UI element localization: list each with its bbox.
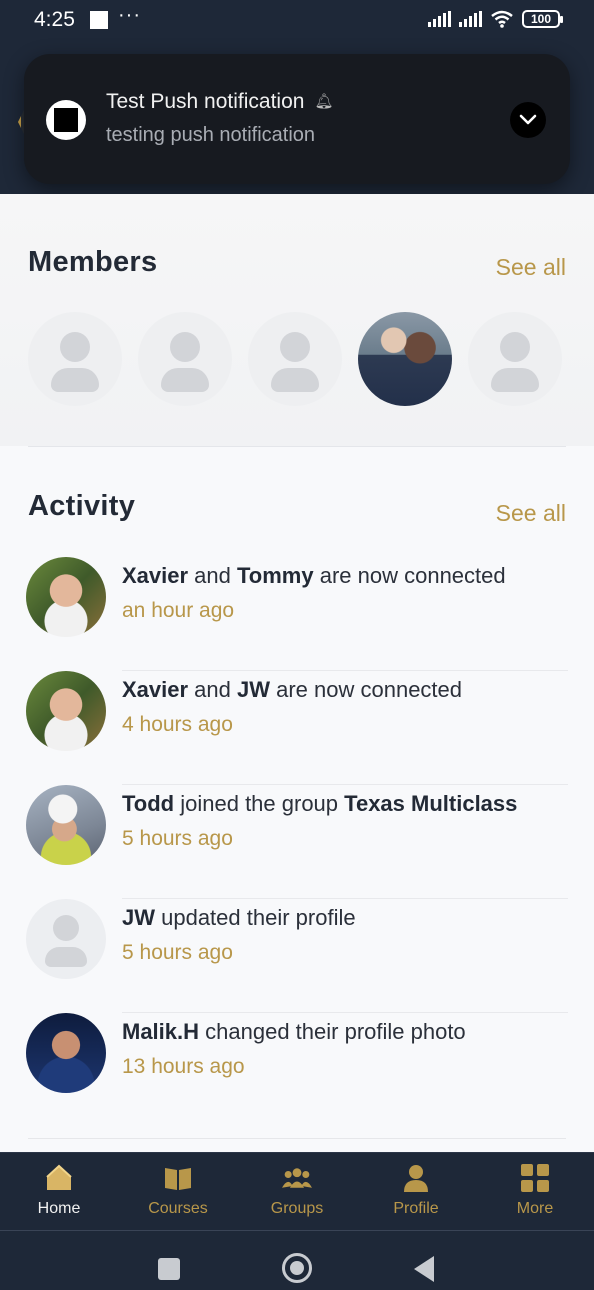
activity-see-all-link[interactable]: See all [496, 500, 566, 527]
status-indicators: 100 [428, 10, 563, 28]
back-button[interactable] [414, 1256, 434, 1282]
home-icon [46, 1164, 72, 1190]
notification-title: Test Push notification [106, 90, 305, 113]
tab-courses-label: Courses [148, 1200, 208, 1217]
activity-actor[interactable]: JW [122, 905, 155, 930]
activity-target[interactable]: Texas Multiclass [344, 791, 517, 816]
user-placeholder-icon [45, 915, 87, 967]
member-avatar[interactable] [468, 312, 562, 406]
activity-item[interactable]: Xavier and JW are now connected 4 hours … [26, 671, 568, 785]
tab-profile-label: Profile [393, 1200, 439, 1217]
notification-body: testing push notification [106, 124, 316, 146]
activity-verb: and [188, 677, 237, 702]
activity-target[interactable]: JW [237, 677, 270, 702]
activity-item[interactable]: Todd joined the group Texas Multiclass 5… [26, 785, 568, 899]
bottom-tab-bar: Home Courses Groups Profile More [0, 1152, 594, 1230]
tab-groups-label: Groups [270, 1200, 324, 1217]
activity-item[interactable]: JW updated their profile 5 hours ago [26, 899, 568, 1013]
activity-actor[interactable]: Xavier [122, 677, 188, 702]
members-title: Members [28, 246, 158, 278]
activity-avatar[interactable] [26, 785, 106, 865]
activity-actor[interactable]: Malik.H [122, 1019, 199, 1044]
activity-rest: are now connected [270, 677, 463, 702]
activity-text: Todd joined the group Texas Multiclass [122, 791, 517, 817]
signal-icon [459, 11, 482, 27]
activity-time: 13 hours ago [122, 1055, 245, 1078]
home-button[interactable] [282, 1253, 312, 1283]
signal-icon [428, 11, 451, 27]
activity-item[interactable]: Xavier and Tommy are now connected an ho… [26, 557, 568, 671]
system-navigation-bar [0, 1230, 594, 1290]
notification-title-row: Test Push notification 🔔︎ [106, 90, 334, 114]
activity-verb: changed their profile photo [199, 1019, 466, 1044]
user-placeholder-icon [161, 332, 209, 392]
activity-item[interactable]: Malik.H changed their profile photo 13 h… [26, 1013, 568, 1127]
grid-icon [521, 1164, 549, 1192]
user-placeholder-icon [51, 332, 99, 392]
activity-time: 5 hours ago [122, 941, 233, 964]
activity-text: Xavier and JW are now connected [122, 677, 462, 703]
members-section: Members See all [0, 194, 594, 446]
member-avatar[interactable] [28, 312, 122, 406]
profile-icon [404, 1165, 428, 1192]
activity-time: 4 hours ago [122, 713, 233, 736]
activity-avatar[interactable] [26, 899, 106, 979]
activity-time: 5 hours ago [122, 827, 233, 850]
recents-button[interactable] [158, 1258, 180, 1280]
groups-icon [282, 1168, 312, 1188]
tab-home[interactable]: Home [0, 1153, 118, 1231]
tab-groups[interactable]: Groups [238, 1153, 356, 1231]
tab-more-label: More [516, 1200, 554, 1217]
activity-verb: updated their profile [155, 905, 356, 930]
member-avatar[interactable] [248, 312, 342, 406]
battery-icon: 100 [522, 10, 563, 28]
activity-actor[interactable]: Todd [122, 791, 174, 816]
status-bar: 4:25 ··· 100 [0, 0, 594, 40]
tab-profile[interactable]: Profile [357, 1153, 475, 1231]
user-placeholder-icon [271, 332, 319, 392]
notification-alert-icon: 🔔︎ [314, 93, 334, 110]
user-placeholder-icon [491, 332, 539, 392]
member-avatar-photo[interactable] [358, 312, 452, 406]
activity-time: an hour ago [122, 599, 235, 622]
activity-avatar[interactable] [26, 557, 106, 637]
member-avatar[interactable] [138, 312, 232, 406]
activity-text: JW updated their profile [122, 905, 356, 931]
activity-avatar[interactable] [26, 1013, 106, 1093]
activity-title: Activity [28, 490, 136, 522]
book-icon [165, 1168, 191, 1190]
activity-verb: joined the group [174, 791, 345, 816]
members-see-all-link[interactable]: See all [496, 254, 566, 281]
activity-text: Xavier and Tommy are now connected [122, 563, 506, 589]
members-avatar-row [28, 312, 562, 406]
status-app-icon [90, 11, 108, 29]
tab-home-label: Home [37, 1200, 81, 1217]
activity-avatar[interactable] [26, 671, 106, 751]
notification-app-icon [46, 100, 86, 140]
activity-rest: are now connected [313, 563, 506, 588]
activity-target[interactable]: Tommy [237, 563, 314, 588]
section-divider [28, 1138, 566, 1139]
activity-verb: and [188, 563, 237, 588]
wifi-icon [491, 10, 513, 28]
activity-text: Malik.H changed their profile photo [122, 1019, 466, 1045]
expand-chevron-icon[interactable] [510, 102, 546, 138]
status-more-icon: ··· [118, 4, 141, 26]
tab-courses[interactable]: Courses [119, 1153, 237, 1231]
activity-actor[interactable]: Xavier [122, 563, 188, 588]
status-time: 4:25 [34, 8, 75, 31]
tab-more[interactable]: More [476, 1153, 594, 1231]
push-notification[interactable]: Test Push notification 🔔︎ testing push no… [24, 54, 570, 184]
section-divider [28, 446, 566, 447]
